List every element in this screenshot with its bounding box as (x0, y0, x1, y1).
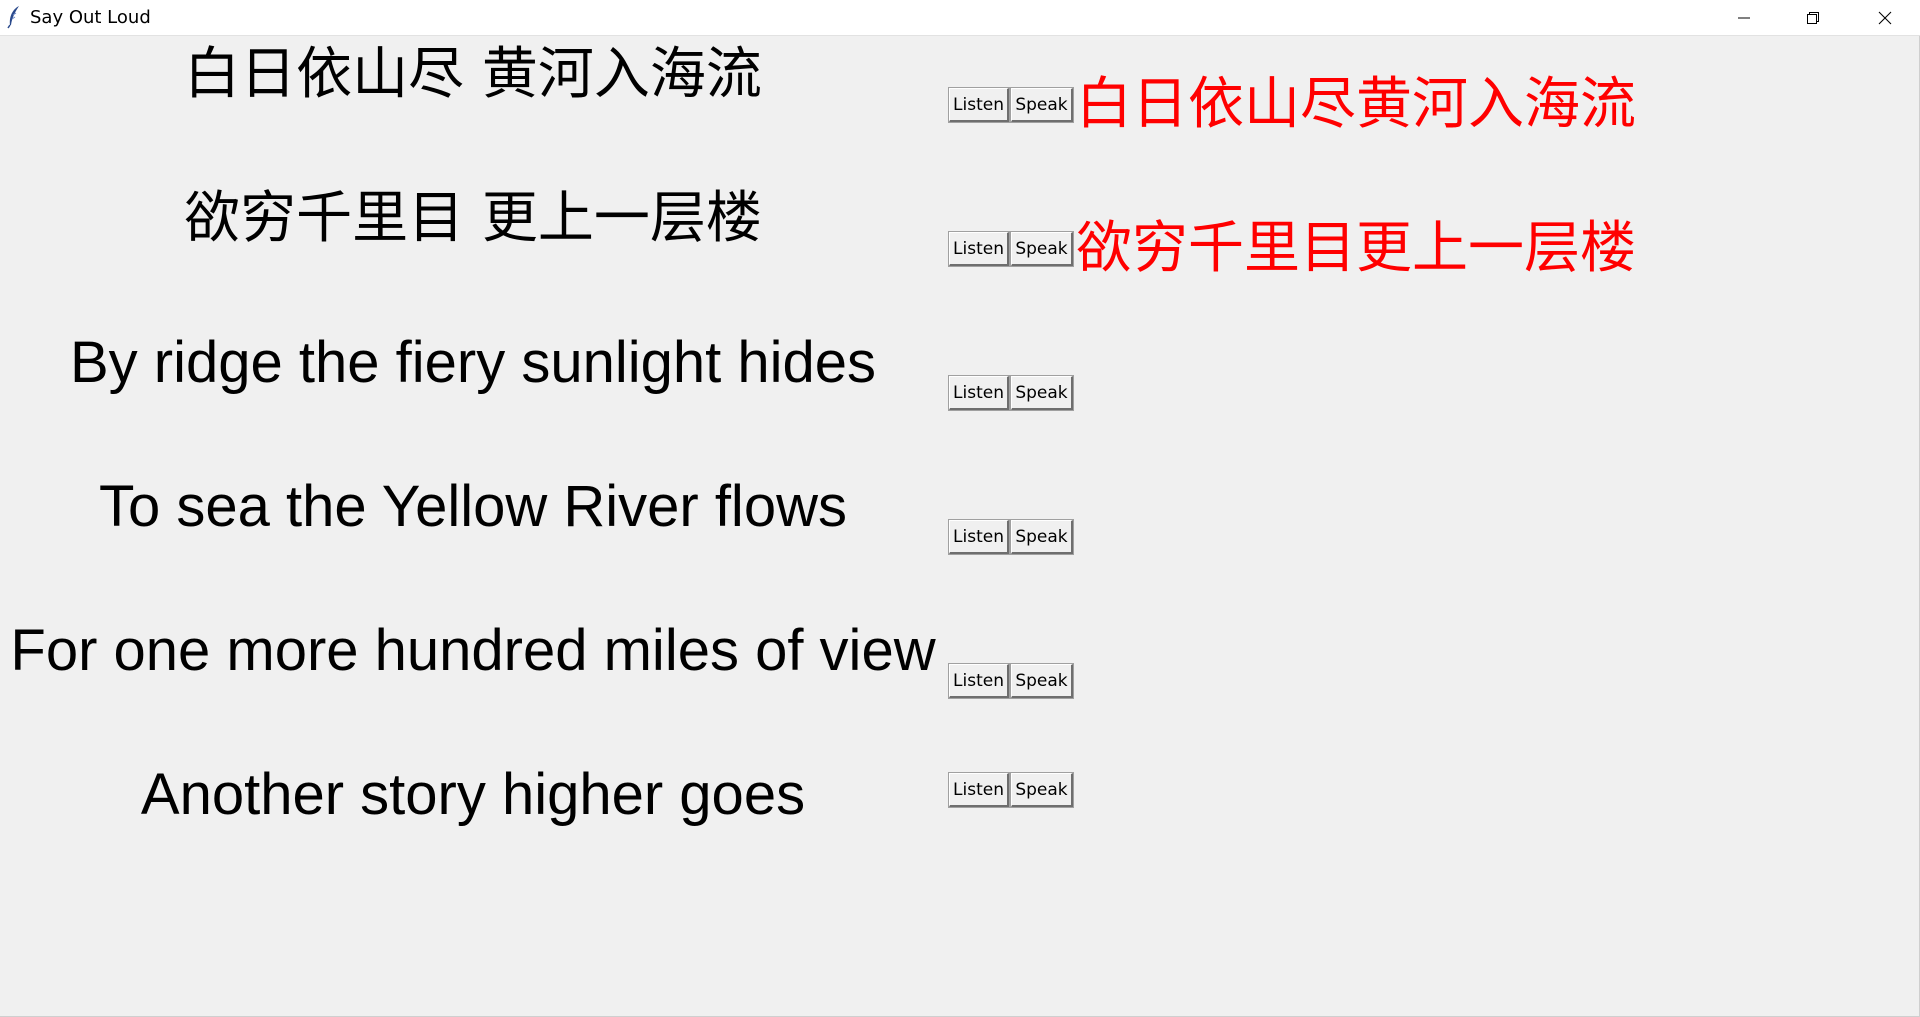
poem-row: 白日依山尽 黄河入海流 Listen Speak 白日依山尽黄河入海流 (0, 36, 1919, 146)
window-title: Say Out Loud (30, 7, 151, 28)
listen-button[interactable]: Listen (949, 773, 1009, 807)
close-button[interactable] (1849, 0, 1920, 35)
poem-line-text: 欲穷千里目 更上一层楼 (184, 186, 762, 251)
restore-button[interactable] (1779, 0, 1847, 35)
speak-button[interactable]: Speak (1011, 664, 1073, 698)
poem-line-text: Another story higher goes (140, 762, 806, 827)
spoken-result-text: 白日依山尽黄河入海流 (1076, 72, 1636, 137)
listen-button[interactable]: Listen (949, 376, 1009, 410)
title-bar[interactable]: Say Out Loud (0, 0, 1920, 36)
poem-line-text: 白日依山尽 黄河入海流 (184, 42, 762, 107)
speak-button[interactable]: Speak (1011, 88, 1073, 122)
restore-icon (1806, 11, 1820, 25)
content-area: 白日依山尽 黄河入海流 Listen Speak 白日依山尽黄河入海流 欲穷千里… (0, 36, 1919, 1016)
poem-line-text: For one more hundred miles of view (10, 618, 936, 683)
close-icon (1878, 11, 1892, 25)
minimize-icon (1737, 11, 1751, 25)
minimize-button[interactable] (1710, 0, 1778, 35)
listen-button[interactable]: Listen (949, 232, 1009, 266)
listen-button[interactable]: Listen (949, 664, 1009, 698)
poem-line-text: To sea the Yellow River flows (99, 474, 847, 539)
poem-row: By ridge the fiery sunlight hides Listen… (0, 324, 1919, 434)
poem-row: 欲穷千里目 更上一层楼 Listen Speak 欲穷千里目更上一层楼 (0, 180, 1919, 290)
speak-button[interactable]: Speak (1011, 520, 1073, 554)
app-window: Say Out Loud 白日依山尽 黄河入海流 Listen Speak 白日… (0, 0, 1920, 1017)
listen-button[interactable]: Listen (949, 520, 1009, 554)
listen-button[interactable]: Listen (949, 88, 1009, 122)
speak-button[interactable]: Speak (1011, 376, 1073, 410)
speak-button[interactable]: Speak (1011, 773, 1073, 807)
spoken-result-text: 欲穷千里目更上一层楼 (1076, 216, 1636, 281)
speak-button[interactable]: Speak (1011, 232, 1073, 266)
poem-row: Another story higher goes Listen Speak (0, 756, 1919, 866)
feather-icon (6, 5, 22, 29)
poem-row: To sea the Yellow River flows Listen Spe… (0, 468, 1919, 578)
poem-line-text: By ridge the fiery sunlight hides (70, 330, 876, 395)
poem-row: For one more hundred miles of view Liste… (0, 612, 1919, 722)
